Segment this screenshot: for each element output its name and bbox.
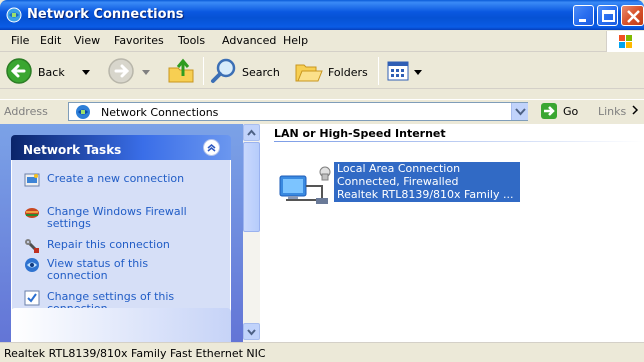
folders-icon [295,64,323,82]
close-icon [627,10,640,23]
toolbar: Back Search Folders [0,53,644,89]
maximize-icon [602,10,615,22]
network-tasks-panel: Network Tasks Create a new connection Ch… [11,135,231,335]
go-label: Go [563,105,579,118]
forward-dropdown-icon [142,70,150,75]
task-repair-connection-label: Repair this connection [47,238,170,251]
task-firewall-settings-label: Change Windows Firewall settings [47,205,187,230]
address-input[interactable]: Network Connections [68,102,528,121]
toolbar-separator [203,57,204,85]
connection-selection: Local Area Connection Connected, Firewal… [334,162,520,202]
double-chevron-up-icon [207,144,216,152]
back-label: Back [38,66,65,79]
network-tasks-body: Create a new connection Change Windows F… [11,160,231,330]
maximize-button[interactable] [597,5,618,26]
menu-tools[interactable]: Tools [178,34,205,47]
lan-connection-icon [279,166,331,204]
back-dropdown-icon [82,70,90,75]
search-button[interactable]: Search [208,55,288,87]
scroll-up-button[interactable] [243,124,260,141]
minimize-button[interactable] [573,5,594,26]
scroll-thumb[interactable] [243,142,260,232]
network-tasks-title: Network Tasks [23,143,122,157]
content-pane: LAN or High-Speed Internet Local Area Co… [260,124,644,342]
go-button[interactable]: Go [536,102,584,121]
folders-label: Folders [328,66,368,79]
search-icon [211,58,236,83]
menu-advanced[interactable]: Advanced [222,34,276,47]
repair-icon [25,239,39,253]
toolbar-separator [378,57,379,85]
network-connections-icon [6,7,22,23]
up-folder-icon [168,58,194,83]
network-connections-small-icon [76,105,90,119]
firewall-icon [25,208,39,218]
group-title: LAN or High-Speed Internet [274,127,446,140]
views-button[interactable] [384,57,428,85]
chevron-up-icon [247,129,256,136]
task-view-status-label: View status of this connection [47,257,149,282]
window-title: Network Connections [27,7,184,22]
go-arrow-icon [541,103,557,119]
close-button[interactable] [621,5,644,26]
menu-help[interactable]: Help [283,34,308,47]
links-chevron-icon [632,105,639,115]
minimize-icon [579,19,586,22]
scroll-down-button[interactable] [243,323,260,340]
forward-arrow-icon [108,58,134,84]
task-pane: Network Tasks Create a new connection Ch… [0,124,243,342]
connection-status: Connected, Firewalled [337,175,459,188]
other-places-panel-header[interactable] [11,308,231,342]
folders-button[interactable]: Folders [292,55,372,87]
connection-device: Realtek RTL8139/810x Family ... [337,188,514,201]
connection-name: Local Area Connection [337,162,461,175]
network-tasks-header[interactable]: Network Tasks [11,135,231,160]
back-button[interactable]: Back [2,55,100,87]
settings-icon [24,290,40,306]
search-label: Search [242,66,280,79]
status-icon [25,258,39,272]
views-icon [387,61,409,81]
windows-logo-icon [606,31,644,52]
up-folder-button[interactable] [164,55,198,87]
forward-button[interactable] [104,55,154,87]
menu-file[interactable]: File [11,34,29,47]
task-pane-scrollbar[interactable] [243,124,260,342]
status-bar: Realtek RTL8139/810x Family Fast Etherne… [0,342,644,362]
collapse-button[interactable] [203,139,220,156]
task-create-connection-label: Create a new connection [47,172,185,185]
back-arrow-icon [6,58,32,84]
new-connection-icon [24,173,40,187]
chevron-down-icon [515,108,526,116]
group-divider [274,141,644,142]
address-dropdown-button[interactable] [511,103,528,120]
links-label[interactable]: Links [598,105,626,118]
status-text: Realtek RTL8139/810x Family Fast Etherne… [4,347,266,360]
menu-bar: File Edit View Favorites Tools Advanced … [0,30,644,52]
address-label: Address [4,105,48,118]
views-dropdown-icon [414,70,422,75]
address-value: Network Connections [101,106,219,119]
menu-favorites[interactable]: Favorites [114,34,164,47]
menu-view[interactable]: View [74,34,100,47]
chevron-down-icon [247,329,256,336]
title-bar: Network Connections [0,0,644,30]
address-bar: Address Network Connections Go Links [0,99,644,123]
menu-edit[interactable]: Edit [40,34,61,47]
